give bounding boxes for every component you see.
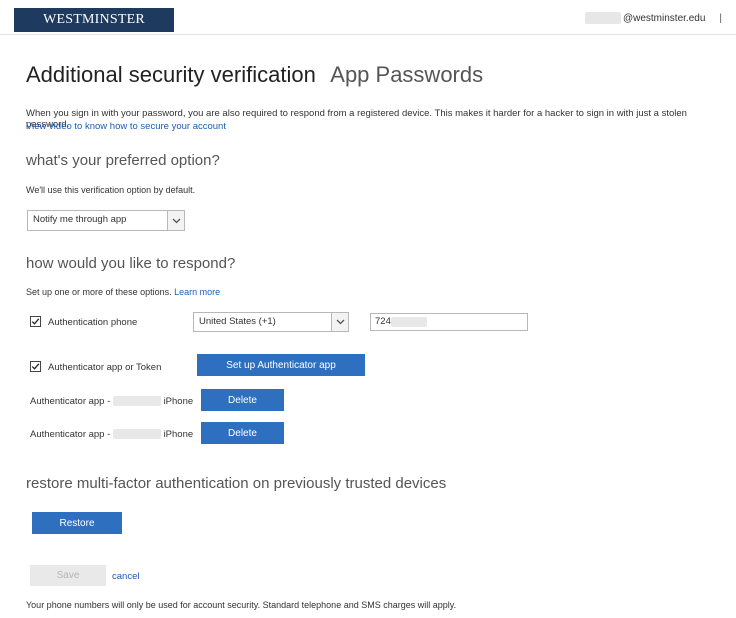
learn-more-link[interactable]: Learn more	[174, 287, 220, 297]
delete-device-button-2[interactable]: Delete	[201, 422, 284, 444]
save-button[interactable]: Save	[30, 565, 106, 586]
preferred-option-value: Notify me through app	[33, 214, 127, 225]
user-account[interactable]: @westminster.edu |	[584, 12, 722, 24]
redacted-username	[584, 12, 621, 24]
device-row-1: Authenticator app - iPhone	[30, 396, 193, 407]
preferred-option-select[interactable]: Notify me through app	[27, 210, 185, 231]
respond-note: Set up one or more of these options.	[26, 287, 172, 297]
country-select[interactable]: United States (+1)	[193, 312, 349, 332]
country-value: United States (+1)	[199, 316, 276, 327]
device-name: iPhone	[163, 396, 194, 407]
user-email: @westminster.edu	[622, 12, 706, 24]
delete-device-button-1[interactable]: Delete	[201, 389, 284, 411]
auth-phone-label: Authentication phone	[48, 317, 138, 328]
device-prefix: Authenticator app -	[30, 429, 111, 440]
preferred-option-note: We'll use this verification option by de…	[26, 185, 196, 195]
checkbox-authenticator-app[interactable]	[30, 361, 41, 372]
device-name: iPhone	[163, 429, 194, 440]
restore-button[interactable]: Restore	[32, 512, 122, 534]
cancel-link[interactable]: cancel	[112, 571, 139, 582]
setup-authenticator-button[interactable]: Set up Authenticator app	[197, 354, 365, 376]
page-title: Additional security verification	[26, 62, 316, 87]
restore-heading: restore multi-factor authentication on p…	[26, 475, 447, 492]
respond-note-row: Set up one or more of these options. Lea…	[26, 287, 220, 297]
phone-number-input[interactable]: 724	[370, 313, 528, 331]
device-prefix: Authenticator app -	[30, 396, 111, 407]
chevron-down-icon	[331, 313, 348, 331]
redacted-device-owner	[112, 429, 161, 440]
chevron-down-icon	[167, 211, 184, 230]
redacted-device-owner	[112, 396, 161, 407]
respond-heading: how would you like to respond?	[26, 255, 236, 272]
preferred-option-heading: what's your preferred option?	[26, 152, 220, 169]
header-separator: |	[719, 12, 722, 24]
footer-note: Your phone numbers will only be used for…	[26, 600, 457, 610]
video-link[interactable]: View video to know how to secure your ac…	[26, 121, 226, 132]
top-bar: WESTMINSTER COLLEGE @westminster.edu |	[0, 0, 736, 51]
phone-number-value: 724	[375, 316, 391, 327]
checkbox-auth-phone[interactable]	[30, 316, 41, 327]
college-logo: WESTMINSTER COLLEGE	[14, 8, 174, 51]
redacted-phone	[391, 317, 427, 327]
device-row-2: Authenticator app - iPhone	[30, 429, 193, 440]
authenticator-app-label: Authenticator app or Token	[48, 362, 162, 373]
tab-app-passwords[interactable]: App Passwords	[330, 62, 483, 87]
page-title-row: Additional security verification App Pas…	[26, 62, 483, 88]
